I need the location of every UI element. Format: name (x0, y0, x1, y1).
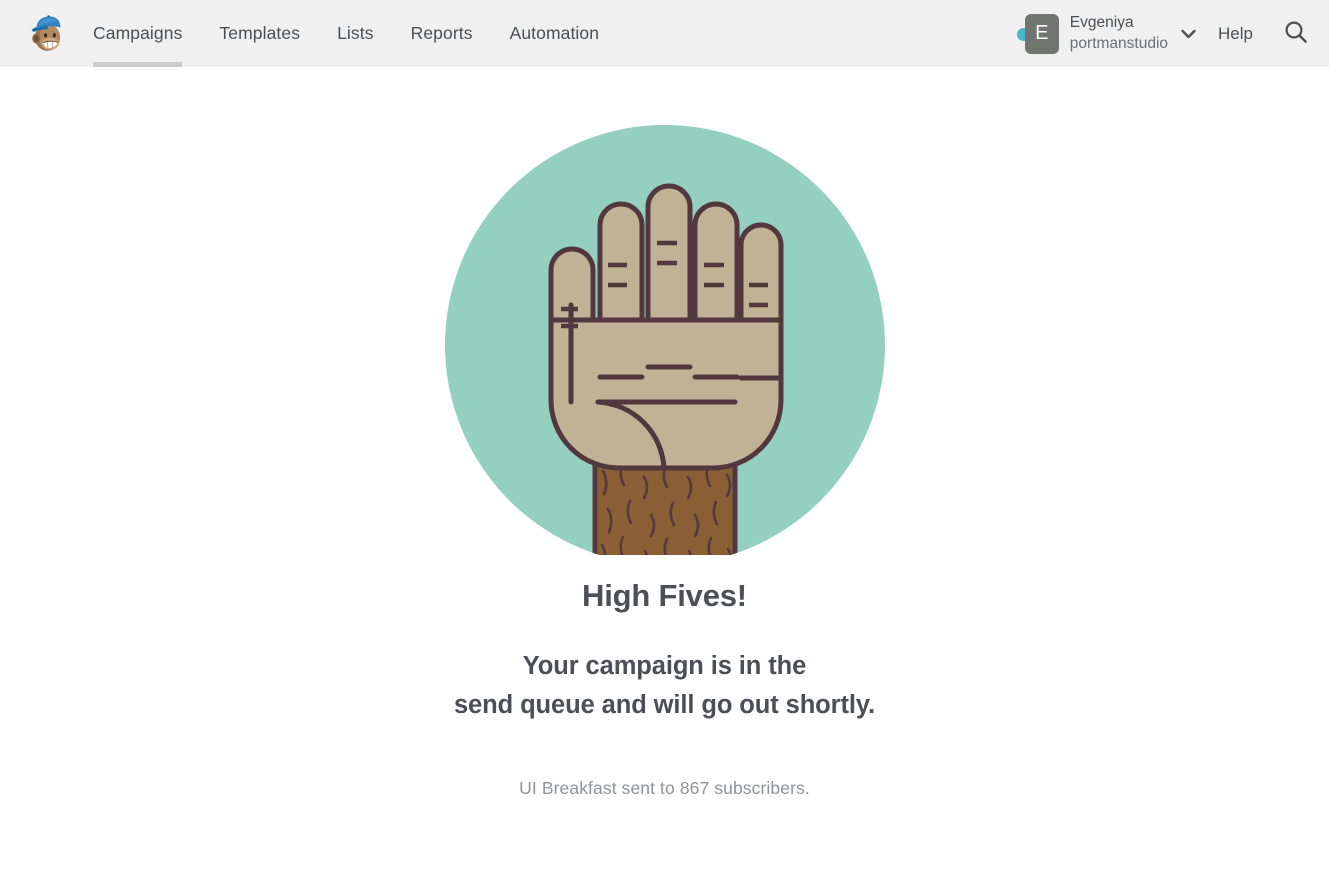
high-five-hand-illustration (444, 115, 885, 565)
nav-item-automation[interactable]: Automation (510, 0, 600, 67)
search-button[interactable] (1281, 19, 1311, 49)
nav-item-campaigns[interactable]: Campaigns (93, 0, 183, 67)
nav-item-reports[interactable]: Reports (411, 0, 473, 67)
page-title: High Fives! (582, 578, 747, 613)
send-summary-text: UI Breakfast sent to 867 subscribers. (519, 777, 810, 798)
mailchimp-logo-link[interactable] (0, 0, 93, 67)
account-user-name: Evgeniya (1069, 14, 1134, 32)
search-icon (1283, 19, 1309, 48)
confirmation-message-line-1: Your campaign is in the (522, 652, 807, 680)
nav-item-lists[interactable]: Lists (337, 0, 373, 67)
nav-item-templates[interactable]: Templates (219, 0, 300, 67)
campaign-sent-confirmation-page: High Fives! Your campaign is in the send… (0, 67, 1329, 879)
main-nav: Campaigns Templates Lists Reports Automa… (93, 0, 636, 67)
top-navigation-bar: Campaigns Templates Lists Reports Automa… (0, 0, 1329, 67)
confirmation-message-line-2: send queue and will go out shortly. (453, 690, 876, 719)
avatar: E (1016, 13, 1059, 54)
topbar-right-cluster: E Evgeniya portmanstudio Help (1016, 0, 1329, 67)
chevron-down-icon[interactable] (1176, 22, 1200, 46)
avatar-initial: E (1024, 13, 1059, 54)
help-link[interactable]: Help (1218, 24, 1253, 44)
freddie-mailchimp-logo-icon (28, 14, 66, 54)
account-menu[interactable]: E Evgeniya portmanstudio (1016, 0, 1176, 67)
account-names: Evgeniya portmanstudio (1070, 13, 1168, 54)
account-org-name: portmanstudio (1069, 34, 1169, 52)
confirmation-message: Your campaign is in the send queue and w… (454, 647, 875, 725)
